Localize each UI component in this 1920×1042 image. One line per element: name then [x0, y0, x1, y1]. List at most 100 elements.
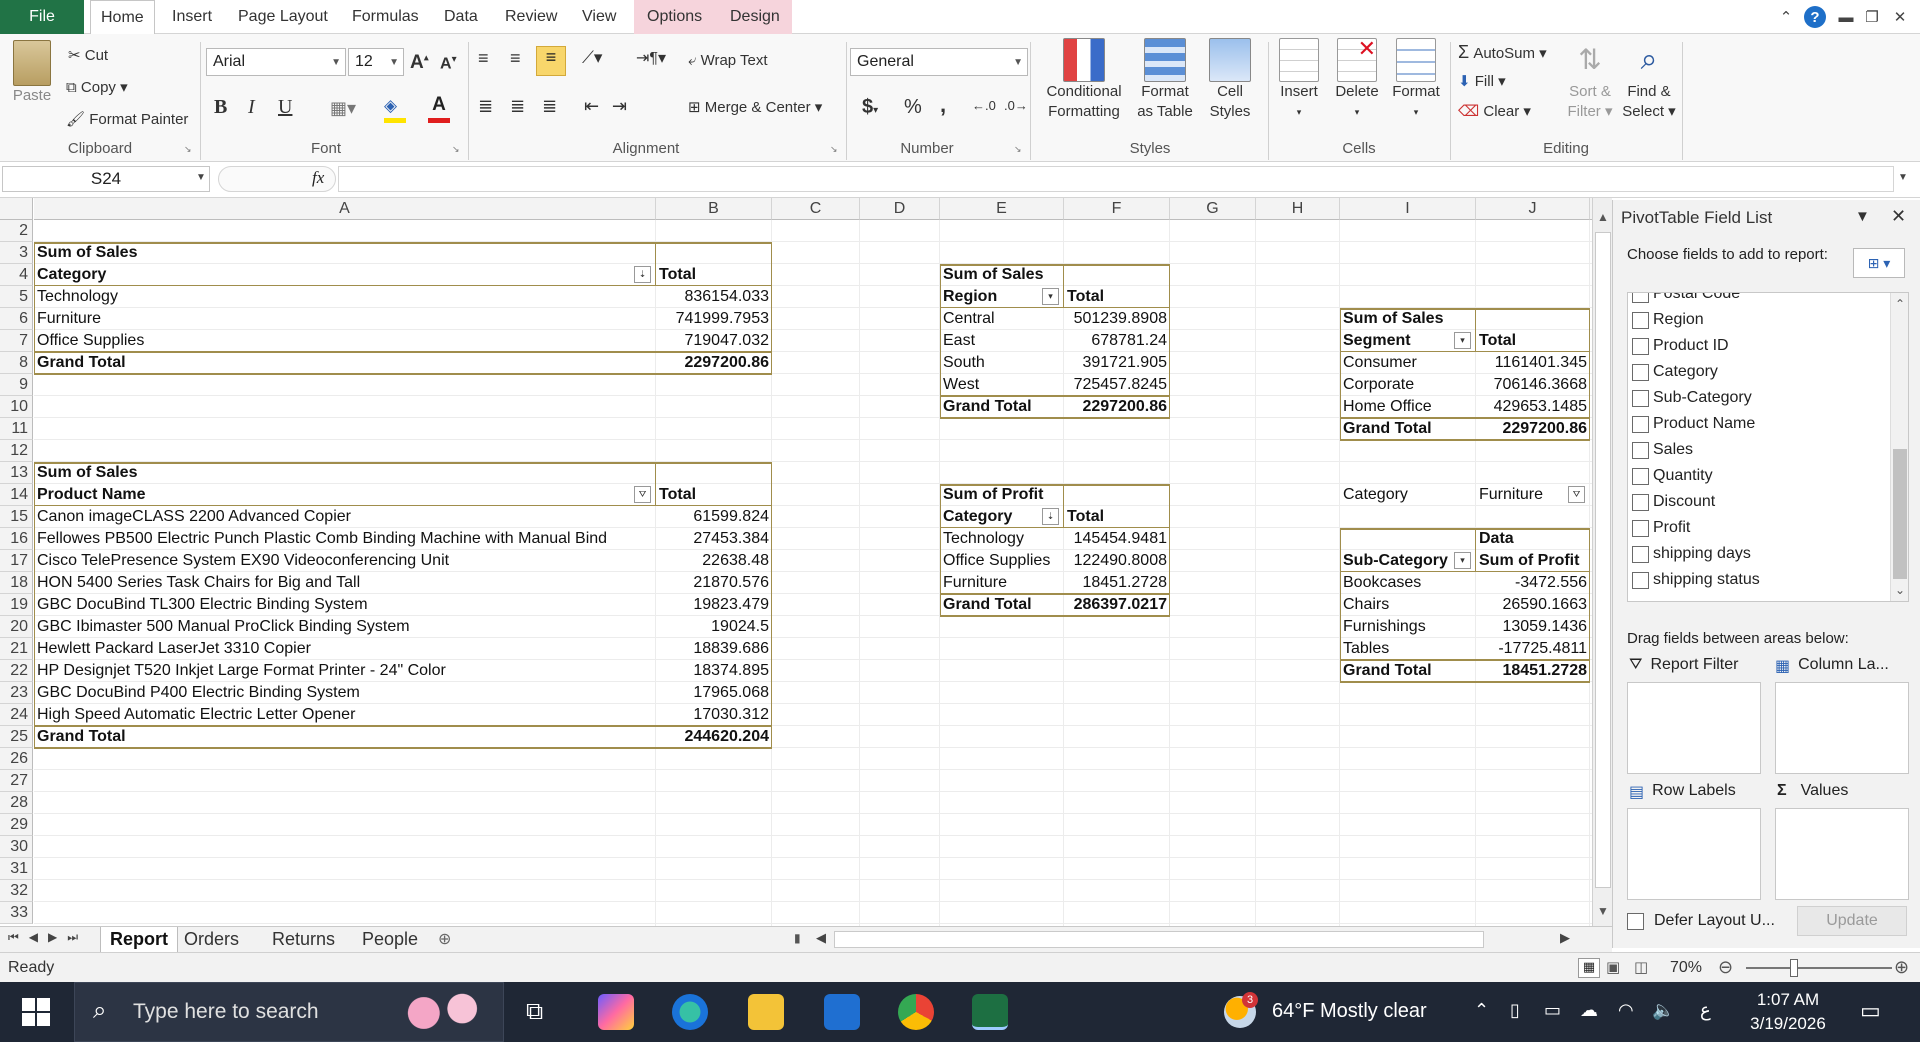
pivot-title[interactable]: Sum of Sales [34, 242, 656, 264]
insert-cells-button[interactable]: Insert ▾ [1272, 38, 1326, 122]
row-header-8[interactable]: 8 [0, 352, 33, 374]
volume-icon[interactable]: 🔈 [1652, 1000, 1674, 1021]
column-header-d[interactable]: D [860, 198, 940, 220]
tab-formulas[interactable]: Formulas [342, 0, 429, 34]
pivot-row-label[interactable]: East [940, 330, 1064, 352]
row-header-27[interactable]: 27 [0, 770, 33, 792]
font-color-button[interactable]: A [426, 94, 452, 123]
filter-dropdown-icon[interactable]: ▾ [1454, 332, 1471, 349]
sort-filter-button[interactable]: ⇅ Sort & Filter ▾ [1562, 38, 1618, 122]
pivot-grand-total-label[interactable]: Grand Total [34, 726, 656, 748]
pivot-row-label[interactable]: High Speed Automatic Electric Letter Ope… [34, 704, 656, 726]
normal-view-icon[interactable]: ▦ [1578, 958, 1600, 978]
insert-function-button[interactable]: fx [312, 168, 324, 188]
pivot-value[interactable]: -17725.4811 [1476, 638, 1590, 660]
fill-button[interactable]: ⬇ Fill ▾ [1458, 72, 1506, 90]
align-left-icon[interactable]: ≣ [478, 96, 493, 117]
fill-color-button[interactable]: ◈ [384, 96, 410, 123]
pivot-value[interactable]: 18374.895 [656, 660, 772, 682]
column-header-h[interactable]: H [1256, 198, 1340, 220]
copilot-icon[interactable] [598, 994, 634, 1030]
clear-button[interactable]: ⌫ Clear ▾ [1458, 102, 1531, 120]
pivot-row-label[interactable]: Canon imageCLASS 2200 Advanced Copier [34, 506, 656, 528]
pivot-value[interactable]: 27453.384 [656, 528, 772, 550]
pivot-row-label[interactable]: Furnishings [1340, 616, 1476, 638]
font-size-select[interactable]: 12 ▼ [348, 48, 404, 76]
chevron-down-icon[interactable]: ⌄ [1895, 583, 1905, 597]
pivot-grand-total-label[interactable]: Grand Total [34, 352, 656, 374]
pivot-grand-total-label[interactable]: Grand Total [940, 396, 1064, 418]
column-header-e[interactable]: E [940, 198, 1064, 220]
decrease-decimal-icon[interactable]: .0→ [1004, 98, 1028, 113]
checkbox[interactable] [1632, 389, 1649, 407]
align-center-icon[interactable]: ≣ [510, 96, 525, 117]
column-header-j[interactable]: J [1476, 198, 1590, 220]
percent-button[interactable]: % [904, 96, 922, 119]
row-header-20[interactable]: 20 [0, 616, 33, 638]
align-middle-icon[interactable]: ≡ [510, 48, 521, 69]
align-top-icon[interactable]: ≡ [478, 48, 489, 69]
row-header-30[interactable]: 30 [0, 836, 33, 858]
chevron-up-icon[interactable]: ⌃ [1474, 1000, 1489, 1021]
pivot-row-header[interactable]: Category [34, 264, 656, 286]
column-header-a[interactable]: A [34, 198, 656, 220]
pivot-grand-total-value[interactable]: 2297200.86 [1064, 396, 1170, 418]
scroll-thumb[interactable] [1893, 449, 1907, 579]
row-header-29[interactable]: 29 [0, 814, 33, 836]
zoom-slider-thumb[interactable] [1790, 959, 1798, 977]
pivot-value[interactable]: 429653.1485 [1476, 396, 1590, 418]
row-header-2[interactable]: 2 [0, 220, 33, 242]
number-launcher-icon[interactable]: ↘ [1014, 144, 1022, 155]
delete-cells-button[interactable]: ✕ Delete ▾ [1330, 38, 1384, 122]
row-header-25[interactable]: 25 [0, 726, 33, 748]
filter-dropdown-icon[interactable]: ▾ [1454, 552, 1471, 569]
field-item[interactable]: shipping days [1632, 541, 1760, 567]
pivot-row-label[interactable]: Fellowes PB500 Electric Punch Plastic Co… [34, 528, 656, 550]
pivot-row-label[interactable]: Technology [34, 286, 656, 308]
clock-time[interactable]: 1:07 AM [1748, 990, 1828, 1010]
pane-options-icon[interactable]: ▼ [1855, 208, 1870, 225]
row-header-19[interactable]: 19 [0, 594, 33, 616]
tab-review[interactable]: Review [495, 0, 567, 34]
pivot-value[interactable]: 391721.905 [1064, 352, 1170, 374]
font-name-select[interactable]: Arial ▼ [206, 48, 346, 76]
row-header-17[interactable]: 17 [0, 550, 33, 572]
pivot-row-label[interactable]: GBC Ibimaster 500 Manual ProClick Bindin… [34, 616, 656, 638]
zoom-in-icon[interactable]: ⊕ [1894, 957, 1909, 978]
checkbox[interactable] [1632, 441, 1649, 459]
restore-icon[interactable]: ❐ [1862, 6, 1882, 28]
row-header-5[interactable]: 5 [0, 286, 33, 308]
checkbox[interactable] [1632, 337, 1649, 355]
grow-font-button[interactable]: A▴ [410, 52, 429, 74]
find-select-button[interactable]: ⌕ Find & Select ▾ [1620, 38, 1678, 122]
update-button[interactable]: Update [1797, 906, 1907, 936]
tab-view[interactable]: View [572, 0, 626, 34]
tab-home[interactable]: Home [90, 0, 155, 35]
filter-dropdown-icon[interactable]: ⛛ [634, 486, 651, 503]
checkbox[interactable] [1632, 293, 1649, 303]
pivot-row-label[interactable]: Central [940, 308, 1064, 330]
file-explorer-icon[interactable] [748, 994, 784, 1030]
row-header-31[interactable]: 31 [0, 858, 33, 880]
zoom-level[interactable]: 70% [1670, 959, 1702, 977]
format-painter-button[interactable]: 🖌 Format Painter [66, 110, 188, 128]
pivot-row-label[interactable]: Office Supplies [940, 550, 1064, 572]
close-icon[interactable]: ✕ [1891, 206, 1906, 227]
field-item[interactable]: Region [1632, 307, 1760, 333]
field-item[interactable]: Sales [1632, 437, 1760, 463]
zoom-slider[interactable] [1746, 967, 1892, 969]
wifi-icon[interactable]: ◠ [1618, 1000, 1634, 1021]
pivot-title[interactable]: Sum of Sales [1340, 308, 1476, 330]
pivot-row-header[interactable]: Product Name [34, 484, 656, 506]
scroll-right-icon[interactable]: ▶ [1560, 930, 1570, 946]
pivot-row-label[interactable]: HON 5400 Series Task Chairs for Big and … [34, 572, 656, 594]
pivot-row-label[interactable]: South [940, 352, 1064, 374]
column-labels-area[interactable] [1775, 682, 1909, 774]
cell-styles-button[interactable]: Cell Styles [1198, 38, 1262, 122]
chevron-down-icon[interactable]: ▼ [196, 172, 206, 183]
minimize-icon[interactable]: ▬ [1836, 6, 1856, 28]
pivot-grand-total-value[interactable]: 286397.0217 [1064, 594, 1170, 616]
filter-dropdown-icon[interactable]: ⇣ [1042, 508, 1059, 525]
checkbox[interactable] [1632, 545, 1649, 563]
scroll-down-icon[interactable]: ▼ [1597, 904, 1609, 918]
